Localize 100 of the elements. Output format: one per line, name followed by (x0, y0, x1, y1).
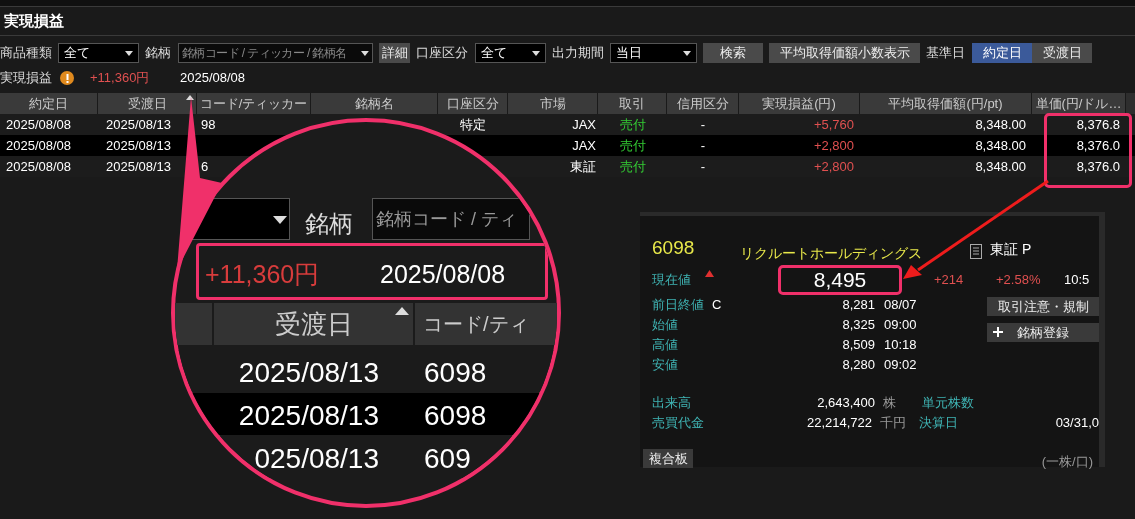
table-cell-text: 2025/08/13 (105, 115, 173, 134)
filter-label: 銘柄 (145, 44, 172, 63)
stat-value: 2,643,400 (816, 394, 875, 413)
board-button[interactable]: 複合板 (643, 449, 693, 469)
stat-value: 03/31,0 (1055, 414, 1099, 433)
document-icon (970, 244, 982, 259)
caret-icon (273, 216, 287, 224)
column-header[interactable]: 口座区分 (438, 93, 508, 114)
summary-label: 実現損益 (0, 69, 53, 88)
current-price: 8,495 (778, 265, 902, 295)
dropdown[interactable]: 全て (475, 43, 546, 63)
table-cell-text: JAX (571, 136, 597, 155)
toggle-option[interactable]: 約定日 (972, 43, 1032, 63)
table-cell-text: 売付 (618, 115, 647, 134)
table-cell-text: 8,376.0 (1075, 157, 1121, 176)
filter-button[interactable]: 検索 (703, 43, 763, 63)
caret-icon (532, 50, 540, 56)
table-cell-text: - (699, 136, 707, 155)
filter-label: 出力期間 (552, 44, 604, 63)
stat-time: 09:02 (884, 356, 917, 375)
field-label: 単元株数 (922, 394, 975, 413)
table-cell-text: 8,348.00 (974, 136, 1027, 155)
field-label: 現在値 (651, 271, 692, 290)
stat-value: 8,280 (841, 356, 875, 375)
price-change: +214 (934, 271, 965, 290)
table-cell-text: 売付 (618, 136, 647, 155)
field-label: 決算日 (918, 414, 959, 433)
stat-value: 8,281 (841, 296, 875, 315)
filter-button[interactable]: 平均取得価額小数表示 (769, 43, 920, 63)
column-header[interactable]: 市場 (508, 93, 598, 114)
column-header[interactable]: 約定日 (0, 93, 98, 114)
stat-value: 22,214,722 (806, 414, 873, 433)
dropdown[interactable]: 全て (58, 43, 139, 63)
table-cell-text: 2025/08/13 (238, 399, 379, 433)
search-field[interactable]: 銘柄コード / ティッカー / 銘柄名 (178, 43, 373, 63)
table-cell-text: 2025/08/08 (5, 157, 73, 176)
column-header[interactable]: 実現損益(円) (739, 93, 860, 114)
dropdown[interactable]: 当日 (610, 43, 697, 63)
column-header[interactable]: 信用区分 (667, 93, 739, 114)
unit-note: (一株/口) (1041, 453, 1093, 471)
table-cell-text: 特定 (459, 115, 487, 134)
table-cell-text: - (699, 157, 707, 176)
filter-button[interactable]: 詳細 (379, 43, 410, 63)
table-cell-text: 6 (200, 157, 210, 176)
column-header[interactable]: 受渡日 (98, 93, 197, 114)
table-cell-text: 2025/08/13 (238, 356, 379, 390)
stat-value: 8,325 (841, 316, 875, 335)
flag-label: C (712, 296, 723, 315)
column-header[interactable]: 受渡日 (214, 303, 415, 345)
warning-icon (60, 71, 74, 85)
column-header[interactable]: 単価(円/ドル… (1032, 93, 1126, 114)
table-cell-text: 6098 (424, 399, 487, 433)
table-cell-text: 東証 (569, 157, 597, 176)
table-cell-text: 2025/08/13 (105, 136, 173, 155)
action-button[interactable]: 銘柄登録 (987, 323, 1099, 342)
search-field[interactable]: 銘柄コード / ティ (372, 198, 530, 240)
summary-date: 2025/08/08 (380, 259, 506, 290)
table-cell-text: +2,800 (812, 136, 855, 155)
table-cell-text: 025/08/13 (254, 442, 379, 476)
plus-icon (993, 327, 1003, 337)
table-cell-text: 609 (424, 442, 471, 476)
caret-icon (683, 50, 691, 56)
table-cell-text: - (699, 115, 707, 134)
table-cell-text: +2,800 (812, 157, 855, 176)
market-label: 東証 P (990, 240, 1032, 259)
table-cell-text: 8,348.00 (974, 157, 1027, 176)
caret-icon (125, 50, 133, 56)
quote-time: 10:5 (1064, 271, 1090, 290)
action-button[interactable]: 取引注意・規制 (987, 297, 1099, 316)
stat-time: 09:00 (884, 316, 917, 335)
page-title: 実現損益 (4, 10, 64, 31)
caret-icon (361, 50, 369, 56)
column-header[interactable]: コード/ティ (415, 303, 557, 345)
price-change-percent: +2.58% (996, 271, 1042, 290)
stat-value: 8,509 (841, 336, 875, 355)
filter-label: 基準日 (926, 44, 966, 63)
field-label: 高値 (651, 336, 679, 355)
table-cell-text: JAX (571, 115, 597, 134)
toggle-option[interactable]: 受渡日 (1032, 43, 1092, 63)
table-cell-text: 8,376.0 (1075, 136, 1121, 155)
column-header[interactable]: 平均取得価額(円/pt) (860, 93, 1032, 114)
unit-label: 千円 (879, 414, 908, 433)
table-cell-text: 2025/08/13 (105, 157, 173, 176)
stat-time: 10:18 (884, 336, 917, 355)
table-cell-text: 売付 (618, 157, 647, 176)
table-cell-text: +5,760 (812, 115, 855, 134)
field-label: 銘柄 (305, 209, 353, 239)
up-triangle-icon (705, 270, 714, 277)
total-profit: +11,360円 (90, 69, 151, 88)
field-label: 売買代金 (651, 414, 705, 433)
table-cell-text: 8,376.8 (1075, 115, 1121, 134)
field-label: 出来高 (651, 394, 692, 413)
table-cell-text: 2025/08/08 (5, 136, 73, 155)
table-cell-text: 6098 (424, 356, 487, 390)
field-label: 前日終値 (651, 296, 705, 315)
column-header[interactable]: 銘柄名 (311, 93, 438, 114)
filter-label: 口座区分 (416, 44, 469, 63)
column-header[interactable]: 取引 (598, 93, 667, 114)
column-header[interactable]: コード/ティッカー (197, 93, 311, 114)
table-cell-text: 2025/08/08 (5, 115, 73, 134)
